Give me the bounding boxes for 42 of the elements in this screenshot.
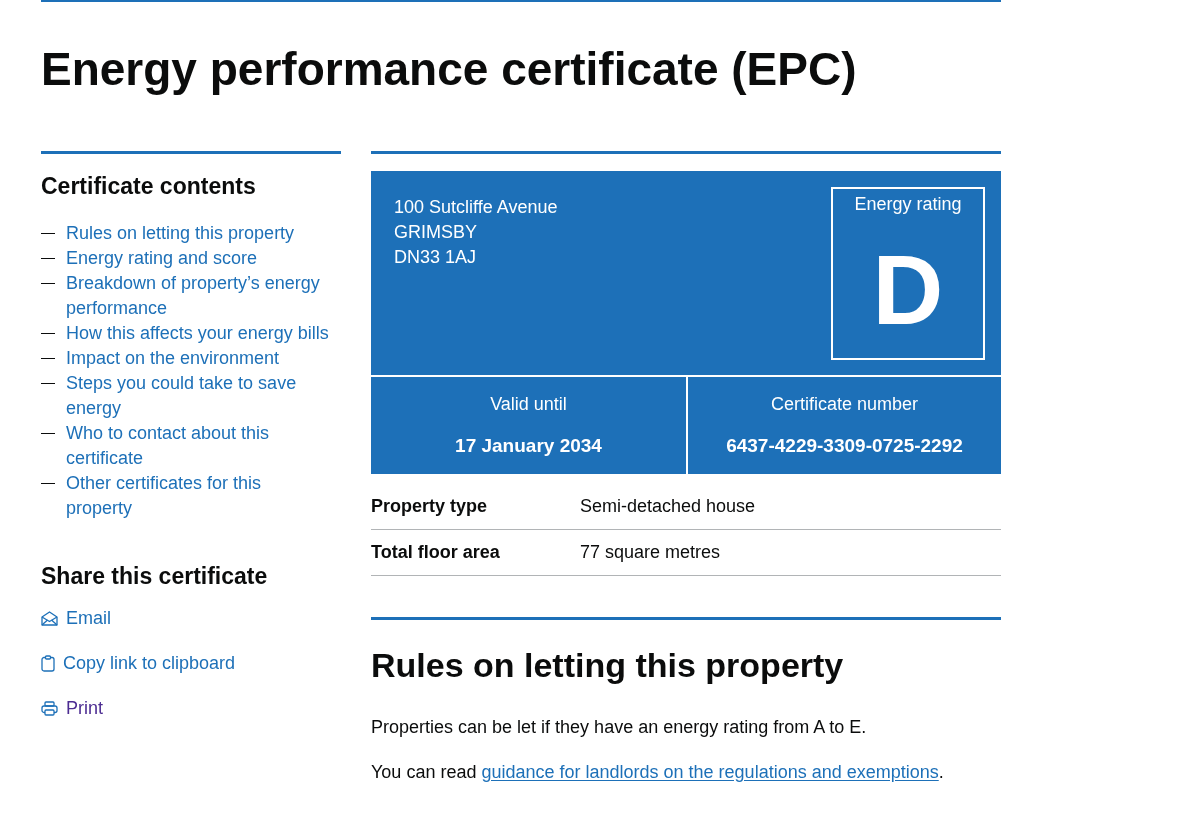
summary-value: Semi-detached house bbox=[580, 495, 756, 518]
detail-label: Valid until bbox=[490, 393, 567, 416]
address-line: DN33 1AJ bbox=[394, 246, 478, 269]
share-link[interactable]: Print bbox=[41, 696, 103, 721]
printer-icon bbox=[41, 701, 58, 716]
contents-link[interactable]: Who to contact about this certificate bbox=[66, 421, 332, 471]
address-line: GRIMSBY bbox=[394, 221, 478, 244]
paragraph: Properties can be let if they have an energy rating from A to E. bbox=[371, 716, 868, 739]
sidebar-heading: Certificate contents bbox=[41, 172, 257, 201]
envelope-icon bbox=[41, 611, 58, 626]
summary-key: Property type bbox=[371, 494, 580, 519]
dash-icon bbox=[41, 433, 55, 434]
paragraph: You can read guidance for landlords on the regulations and exemptions. bbox=[371, 761, 945, 784]
dash-icon bbox=[41, 383, 55, 384]
guidance-link[interactable]: guidance for landlords on the regulations and exemptions bbox=[481, 762, 939, 782]
contents-link[interactable]: Energy rating and score bbox=[66, 246, 258, 271]
energy-rating-grade: D bbox=[872, 241, 944, 339]
contents-link[interactable]: Impact on the environment bbox=[66, 346, 280, 371]
contents-link[interactable]: Steps you could take to save energy bbox=[66, 371, 332, 421]
sidebar-heading: Share this certificate bbox=[41, 562, 269, 591]
energy-rating-label: Energy rating bbox=[854, 193, 962, 216]
address-line: 100 Sutcliffe Avenue bbox=[394, 196, 558, 219]
detail-label: Certificate number bbox=[770, 393, 919, 416]
dash-icon bbox=[41, 283, 55, 284]
dash-icon bbox=[41, 258, 55, 259]
dash-icon bbox=[41, 333, 55, 334]
section-heading: Rules on letting this property bbox=[371, 645, 845, 685]
detail-value: 6437-4229-3309-0725-2292 bbox=[726, 434, 963, 458]
contents-link[interactable]: Breakdown of property’s energy performance bbox=[66, 271, 332, 321]
detail-value: 17 January 2034 bbox=[455, 434, 602, 458]
dash-icon bbox=[41, 358, 55, 359]
page-title: Energy performance certificate (EPC) bbox=[41, 44, 858, 94]
dash-icon bbox=[41, 233, 55, 234]
contents-link[interactable]: How this affects your energy bills bbox=[66, 321, 329, 346]
contents-link[interactable]: Rules on letting this property bbox=[66, 221, 295, 246]
dash-icon bbox=[41, 483, 55, 484]
clipboard-icon bbox=[41, 655, 55, 672]
share-link[interactable]: Copy link to clipboard bbox=[41, 651, 236, 676]
summary-key: Total floor area bbox=[371, 540, 580, 565]
summary-value: 77 square metres bbox=[580, 541, 721, 564]
share-link[interactable]: Email bbox=[41, 606, 111, 631]
contents-link[interactable]: Other certificates for this property bbox=[66, 471, 332, 521]
